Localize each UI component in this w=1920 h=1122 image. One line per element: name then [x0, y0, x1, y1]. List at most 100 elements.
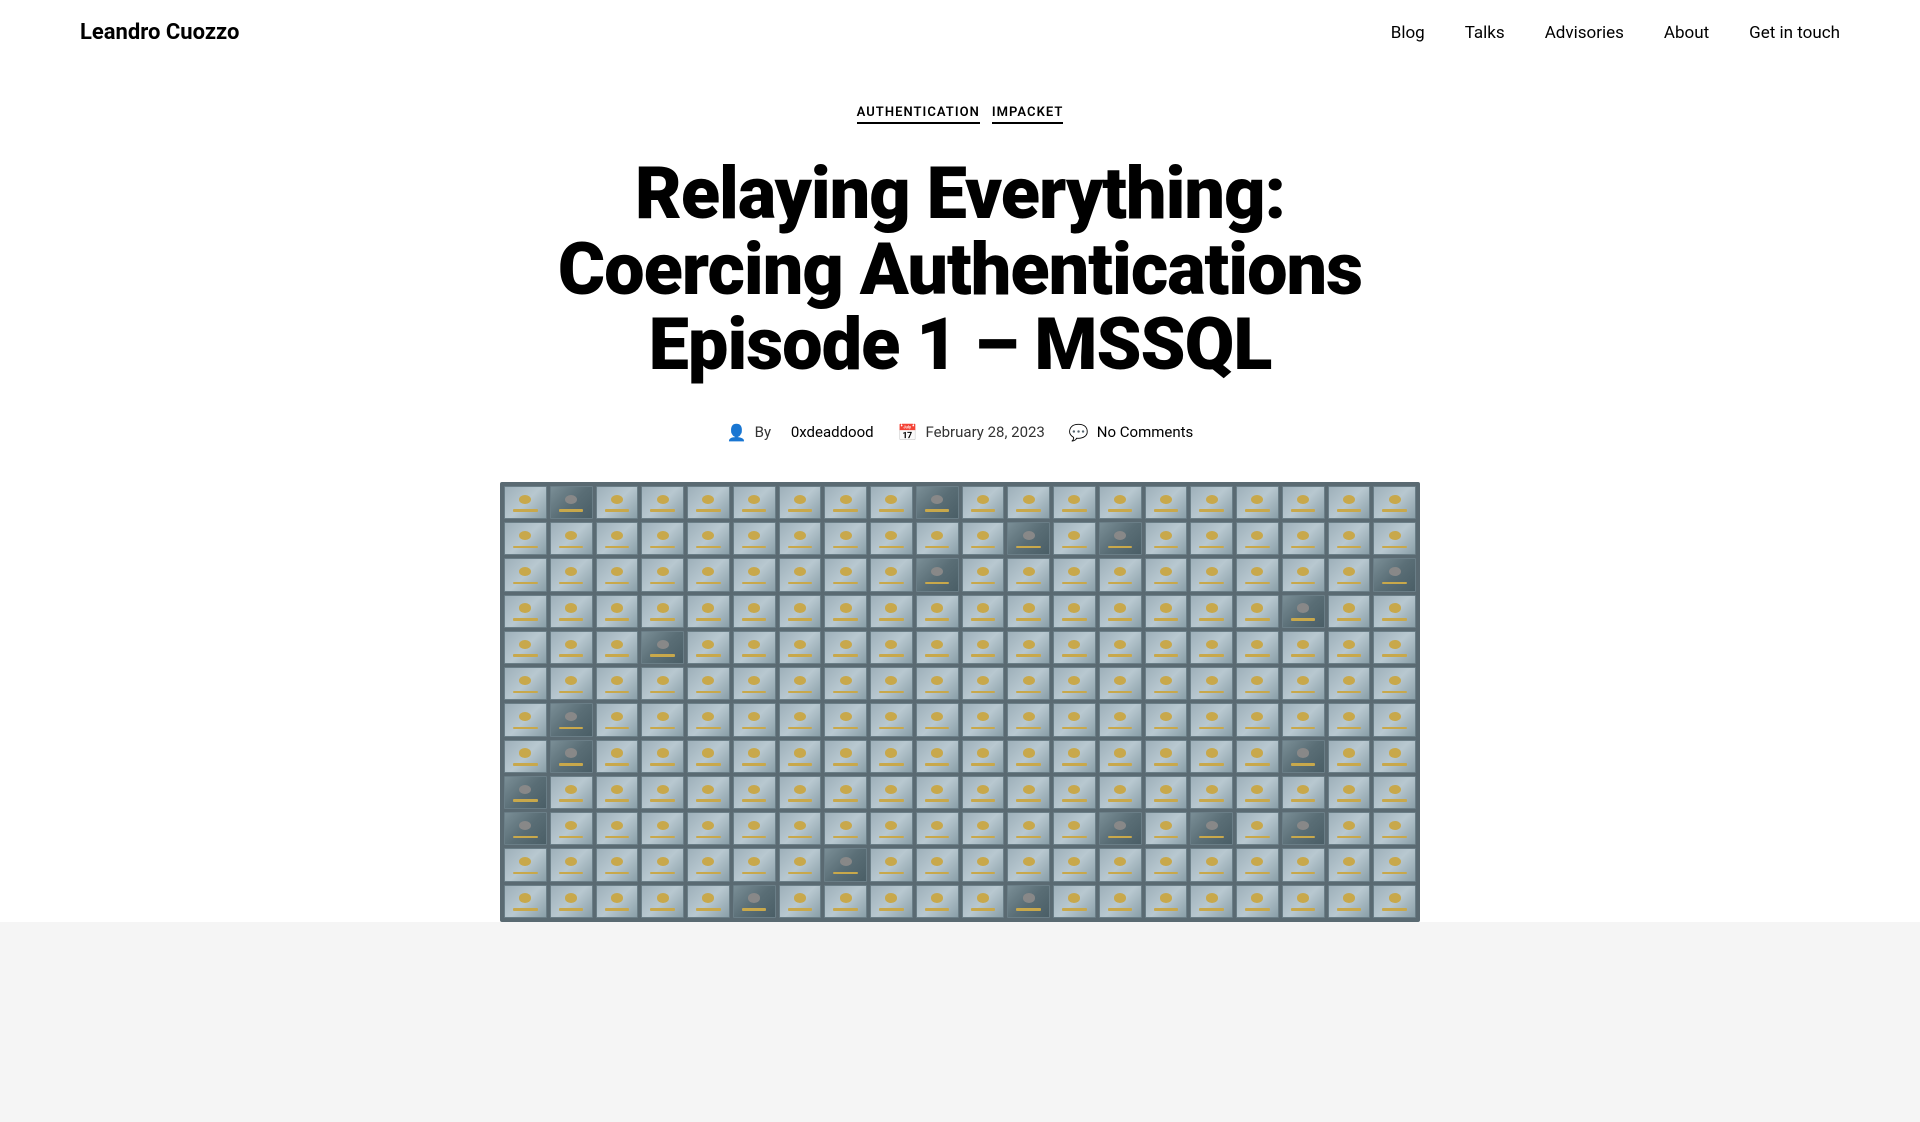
safe-box — [1145, 522, 1188, 555]
safe-box — [733, 595, 776, 628]
post-comments-meta: 💬 No Comments — [1069, 423, 1193, 442]
safe-box — [1053, 667, 1096, 700]
safe-box — [1282, 848, 1325, 881]
safe-box — [1236, 703, 1279, 736]
safe-box — [641, 812, 684, 845]
safe-box — [1007, 812, 1050, 845]
category-tags: AUTHENTICATION IMPACKET — [500, 105, 1420, 124]
safe-box — [641, 595, 684, 628]
safe-box — [504, 812, 547, 845]
safe-box — [1007, 776, 1050, 809]
main-nav: Blog Talks Advisories About Get in touch — [1391, 23, 1840, 43]
safe-box — [824, 558, 867, 591]
category-impacket[interactable]: IMPACKET — [992, 105, 1064, 124]
safe-boxes-grid — [500, 482, 1420, 922]
safe-box — [916, 631, 959, 664]
safe-box — [916, 595, 959, 628]
safe-box — [824, 522, 867, 555]
safe-box — [1236, 486, 1279, 519]
safe-box — [504, 522, 547, 555]
safe-box — [962, 812, 1005, 845]
safe-box — [870, 703, 913, 736]
site-title[interactable]: Leandro Cuozzo — [80, 20, 239, 45]
safe-box — [962, 558, 1005, 591]
safe-box — [1282, 522, 1325, 555]
safe-box — [1099, 776, 1142, 809]
safe-box — [824, 740, 867, 773]
safe-box — [641, 486, 684, 519]
safe-box — [916, 522, 959, 555]
safe-box — [550, 522, 593, 555]
safe-box — [1190, 486, 1233, 519]
category-authentication[interactable]: AUTHENTICATION — [857, 105, 980, 124]
safe-box — [733, 486, 776, 519]
safe-box — [779, 595, 822, 628]
safe-box — [1328, 812, 1371, 845]
safe-box — [1053, 703, 1096, 736]
nav-advisories[interactable]: Advisories — [1545, 23, 1624, 43]
safe-box — [1099, 595, 1142, 628]
safe-box — [1145, 486, 1188, 519]
safe-box — [687, 595, 730, 628]
safe-box — [916, 486, 959, 519]
safe-box — [1099, 667, 1142, 700]
safe-box — [1053, 740, 1096, 773]
safe-box — [733, 631, 776, 664]
safe-box — [596, 558, 639, 591]
nav-blog[interactable]: Blog — [1391, 23, 1425, 43]
safe-box — [779, 703, 822, 736]
safe-box — [687, 848, 730, 881]
safe-box — [1053, 595, 1096, 628]
safe-box — [550, 558, 593, 591]
safe-box — [962, 595, 1005, 628]
safe-box — [687, 667, 730, 700]
safe-box — [916, 848, 959, 881]
safe-box — [1099, 812, 1142, 845]
safe-box — [1328, 885, 1371, 918]
safe-box — [1236, 558, 1279, 591]
safe-box — [504, 740, 547, 773]
post-author-meta: 👤 By 0xdeaddood — [727, 423, 874, 442]
nav-about[interactable]: About — [1664, 23, 1709, 43]
safe-box — [779, 812, 822, 845]
safe-box — [824, 703, 867, 736]
safe-box — [1007, 631, 1050, 664]
safe-box — [870, 848, 913, 881]
safe-box — [596, 667, 639, 700]
safe-box — [1282, 558, 1325, 591]
safe-box — [596, 703, 639, 736]
safe-box — [1190, 558, 1233, 591]
safe-box — [1236, 522, 1279, 555]
safe-box — [779, 486, 822, 519]
safe-box — [641, 631, 684, 664]
site-header: Leandro Cuozzo Blog Talks Advisories Abo… — [0, 0, 1920, 65]
safe-box — [1373, 812, 1416, 845]
safe-box — [504, 558, 547, 591]
safe-box — [733, 848, 776, 881]
safe-box — [779, 776, 822, 809]
safe-box — [1373, 486, 1416, 519]
author-link[interactable]: 0xdeaddood — [791, 423, 874, 441]
safe-box — [1007, 740, 1050, 773]
nav-get-in-touch[interactable]: Get in touch — [1749, 23, 1840, 43]
safe-box — [641, 776, 684, 809]
safe-box — [550, 667, 593, 700]
comments-link[interactable]: No Comments — [1097, 423, 1194, 441]
safe-box — [1282, 486, 1325, 519]
safe-box — [916, 885, 959, 918]
author-icon: 👤 — [727, 423, 747, 442]
safe-box — [641, 667, 684, 700]
safe-box — [1053, 885, 1096, 918]
safe-box — [687, 703, 730, 736]
nav-talks[interactable]: Talks — [1465, 23, 1505, 43]
safe-box — [1236, 631, 1279, 664]
safe-box — [1282, 740, 1325, 773]
safe-box — [962, 667, 1005, 700]
safe-box — [550, 848, 593, 881]
safe-box — [641, 740, 684, 773]
post-meta: 👤 By 0xdeaddood 📅 February 28, 2023 💬 No… — [500, 423, 1420, 442]
safe-box — [1007, 558, 1050, 591]
safe-box — [916, 812, 959, 845]
safe-box — [824, 667, 867, 700]
safe-box — [641, 558, 684, 591]
